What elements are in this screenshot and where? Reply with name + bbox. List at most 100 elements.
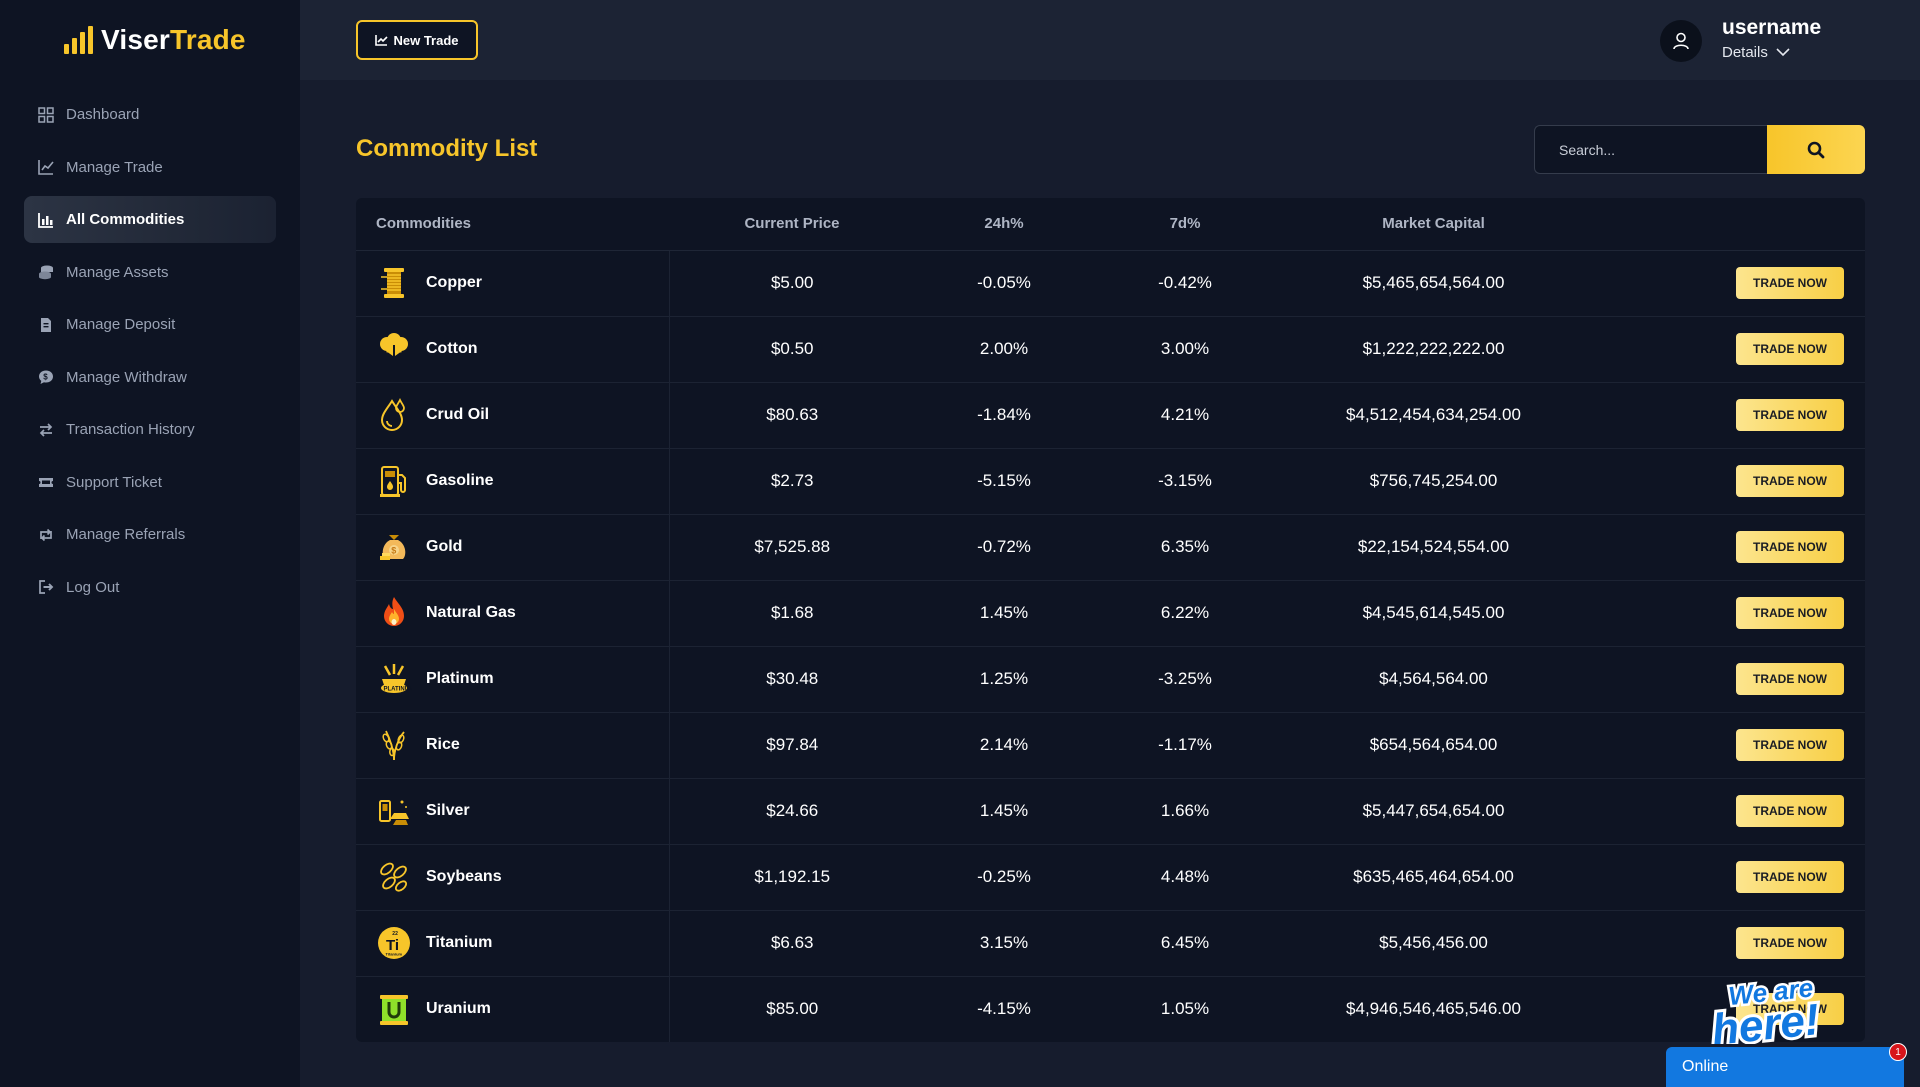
sidebar-item-log-out[interactable]: Log Out (24, 564, 276, 611)
trade-now-button[interactable]: TRADE NOW (1736, 399, 1844, 431)
chat-sticker-image[interactable]: We are here! (1706, 970, 1852, 1044)
header-current-price: Current Price (669, 198, 915, 251)
action-cell: TRADE NOW (1590, 712, 1865, 779)
market-capital-cell: $4,564,564.00 (1277, 646, 1590, 713)
exchange-arrows-icon (38, 422, 54, 438)
chevron-down-icon (1776, 48, 1790, 57)
commodity-table: Commodities Current Price 24h% 7d% Market Ca… (356, 198, 1865, 1042)
brand-name: ViserTrade (101, 24, 246, 55)
sidebar-item-dashboard[interactable]: Dashboard (24, 91, 276, 138)
trade-now-button[interactable]: TRADE NOW (1736, 663, 1844, 695)
trade-now-button[interactable]: TRADE NOW (1736, 531, 1844, 563)
table-row: PLATINUM Platinum $30.48 1.25% -3.25% $4,564,… (356, 646, 1865, 713)
details-dropdown[interactable]: Details (1722, 44, 1790, 61)
sidebar-item-label: Manage Withdraw (66, 368, 187, 386)
trade-now-button[interactable]: TRADE NOW (1736, 927, 1844, 959)
logout-icon (38, 579, 54, 595)
sidebar-item-manage-withdraw[interactable]: $ Manage Withdraw (24, 354, 276, 401)
current-price-cell: $1.68 (669, 580, 915, 647)
trade-now-button[interactable]: TRADE NOW (1736, 267, 1844, 299)
file-icon (38, 317, 54, 333)
trade-now-button[interactable]: TRADE NOW (1736, 597, 1844, 629)
search-icon (1807, 141, 1825, 158)
change-24h-cell: 1.45% (915, 580, 1093, 647)
commodity-cell: PLATINUM Platinum (356, 646, 670, 713)
commodity-cell: $ Gold (356, 514, 670, 581)
commodity-cell: Crud Oil (356, 382, 670, 449)
table-row: Copper $5.00 -0.05% -0.42% $5,465,654,564.00… (356, 250, 1865, 317)
sidebar-item-label: Transaction History (66, 421, 195, 438)
brand-logo[interactable]: ViserTrade (64, 22, 246, 58)
commodity-name: Titanium (426, 934, 493, 951)
search-form (1534, 125, 1865, 174)
current-price-cell: $7,525.88 (669, 514, 915, 581)
details-label: Details (1722, 44, 1768, 61)
change-24h-cell: 1.25% (915, 646, 1093, 713)
commodity-name: Silver (426, 802, 470, 819)
avatar[interactable] (1660, 20, 1702, 62)
change-24h-cell: -1.84% (915, 382, 1093, 449)
copper-coil-icon (376, 265, 412, 301)
dashboard-grid-icon (38, 106, 54, 123)
market-capital-cell: $1,222,222,222.00 (1277, 316, 1590, 383)
trade-now-button[interactable]: TRADE NOW (1736, 729, 1844, 761)
page-title: Commodity List (356, 135, 538, 162)
table-row: Cotton $0.50 2.00% 3.00% $1,222,222,222.00 TR… (356, 316, 1865, 383)
cotton-icon (376, 331, 412, 367)
logo-bars-icon (64, 26, 93, 54)
change-24h-cell: 3.15% (915, 910, 1093, 977)
header-action (1590, 198, 1865, 251)
change-24h-cell: -5.15% (915, 448, 1093, 515)
change-24h-cell: -0.25% (915, 844, 1093, 911)
flame-icon (376, 595, 412, 631)
change-7d-cell: 1.05% (1160, 999, 1210, 1019)
chat-online-bar[interactable]: Online (1666, 1047, 1904, 1087)
change-24h-cell: 2.14% (915, 712, 1093, 779)
commodity-name: Cotton (426, 340, 478, 357)
change-24h-cell: 2.00% (915, 316, 1093, 383)
commodity-name: Rice (426, 736, 460, 753)
action-cell: TRADE NOW (1590, 382, 1865, 449)
commodity-table-card: Commodities Current Price 24h% 7d% Market Ca… (356, 198, 1865, 1042)
sidebar-nav: Dashboard Manage Trade All Commodities Mana… (24, 91, 276, 616)
current-price-cell: $24.66 (669, 778, 915, 845)
sidebar-item-support-ticket[interactable]: Support Ticket (24, 459, 276, 506)
sidebar-item-manage-referrals[interactable]: Manage Referrals (24, 511, 276, 558)
header-7d: 7d% (1093, 198, 1277, 251)
oil-drop-icon (376, 397, 412, 433)
sidebar-item-label: Manage Trade (66, 158, 163, 176)
sidebar-item-label: Log Out (66, 578, 120, 596)
sidebar-item-manage-assets[interactable]: Manage Assets (24, 249, 276, 296)
commodity-name: Natural Gas (426, 604, 516, 621)
current-price-cell: $30.48 (669, 646, 915, 713)
change-24h-cell: -4.15% (977, 999, 1031, 1019)
sidebar-item-manage-trade[interactable]: Manage Trade (24, 144, 276, 191)
silver-bars-icon (376, 793, 412, 829)
market-capital-cell: $654,564,654.00 (1277, 712, 1590, 779)
commodity-cell: Soybeans (356, 844, 670, 911)
current-price-cell: $1,192.15 (669, 844, 915, 911)
header-market-capital: Market Capital (1277, 198, 1590, 251)
table-row: Gasoline $2.73 -5.15% -3.15% $756,745,254.00… (356, 448, 1865, 515)
trade-now-button[interactable]: TRADE NOW (1736, 861, 1844, 893)
trade-now-button[interactable]: TRADE NOW (1736, 465, 1844, 497)
current-price-cell: $6.63 (669, 910, 915, 977)
search-input[interactable] (1534, 125, 1767, 174)
table-row: $ Gold $7,525.88 -0.72% 6.35% $22,154,524,554… (356, 514, 1865, 581)
sidebar-item-all-commodities[interactable]: All Commodities (24, 196, 276, 243)
sidebar-item-label: Manage Deposit (66, 316, 176, 333)
trade-now-button[interactable]: TRADE NOW (1736, 795, 1844, 827)
sidebar-item-transaction-history[interactable]: Transaction History (24, 406, 276, 453)
trade-now-button[interactable]: TRADE NOW (1736, 333, 1844, 365)
change-24h-cell: -0.05% (915, 250, 1093, 317)
search-button[interactable] (1767, 125, 1865, 174)
svg-text:$: $ (391, 546, 396, 556)
chat-status-label: Online (1682, 1058, 1729, 1075)
change-7d-cell: -3.25% (1093, 646, 1277, 713)
current-price-cell: $97.84 (669, 712, 915, 779)
new-trade-button[interactable]: New Trade (356, 20, 478, 60)
user-menu[interactable]: username Details (1660, 0, 1920, 80)
commodity-name: Uranium (426, 1000, 491, 1018)
sidebar-item-manage-deposit[interactable]: Manage Deposit (24, 301, 276, 348)
svg-text:$: $ (43, 373, 48, 382)
